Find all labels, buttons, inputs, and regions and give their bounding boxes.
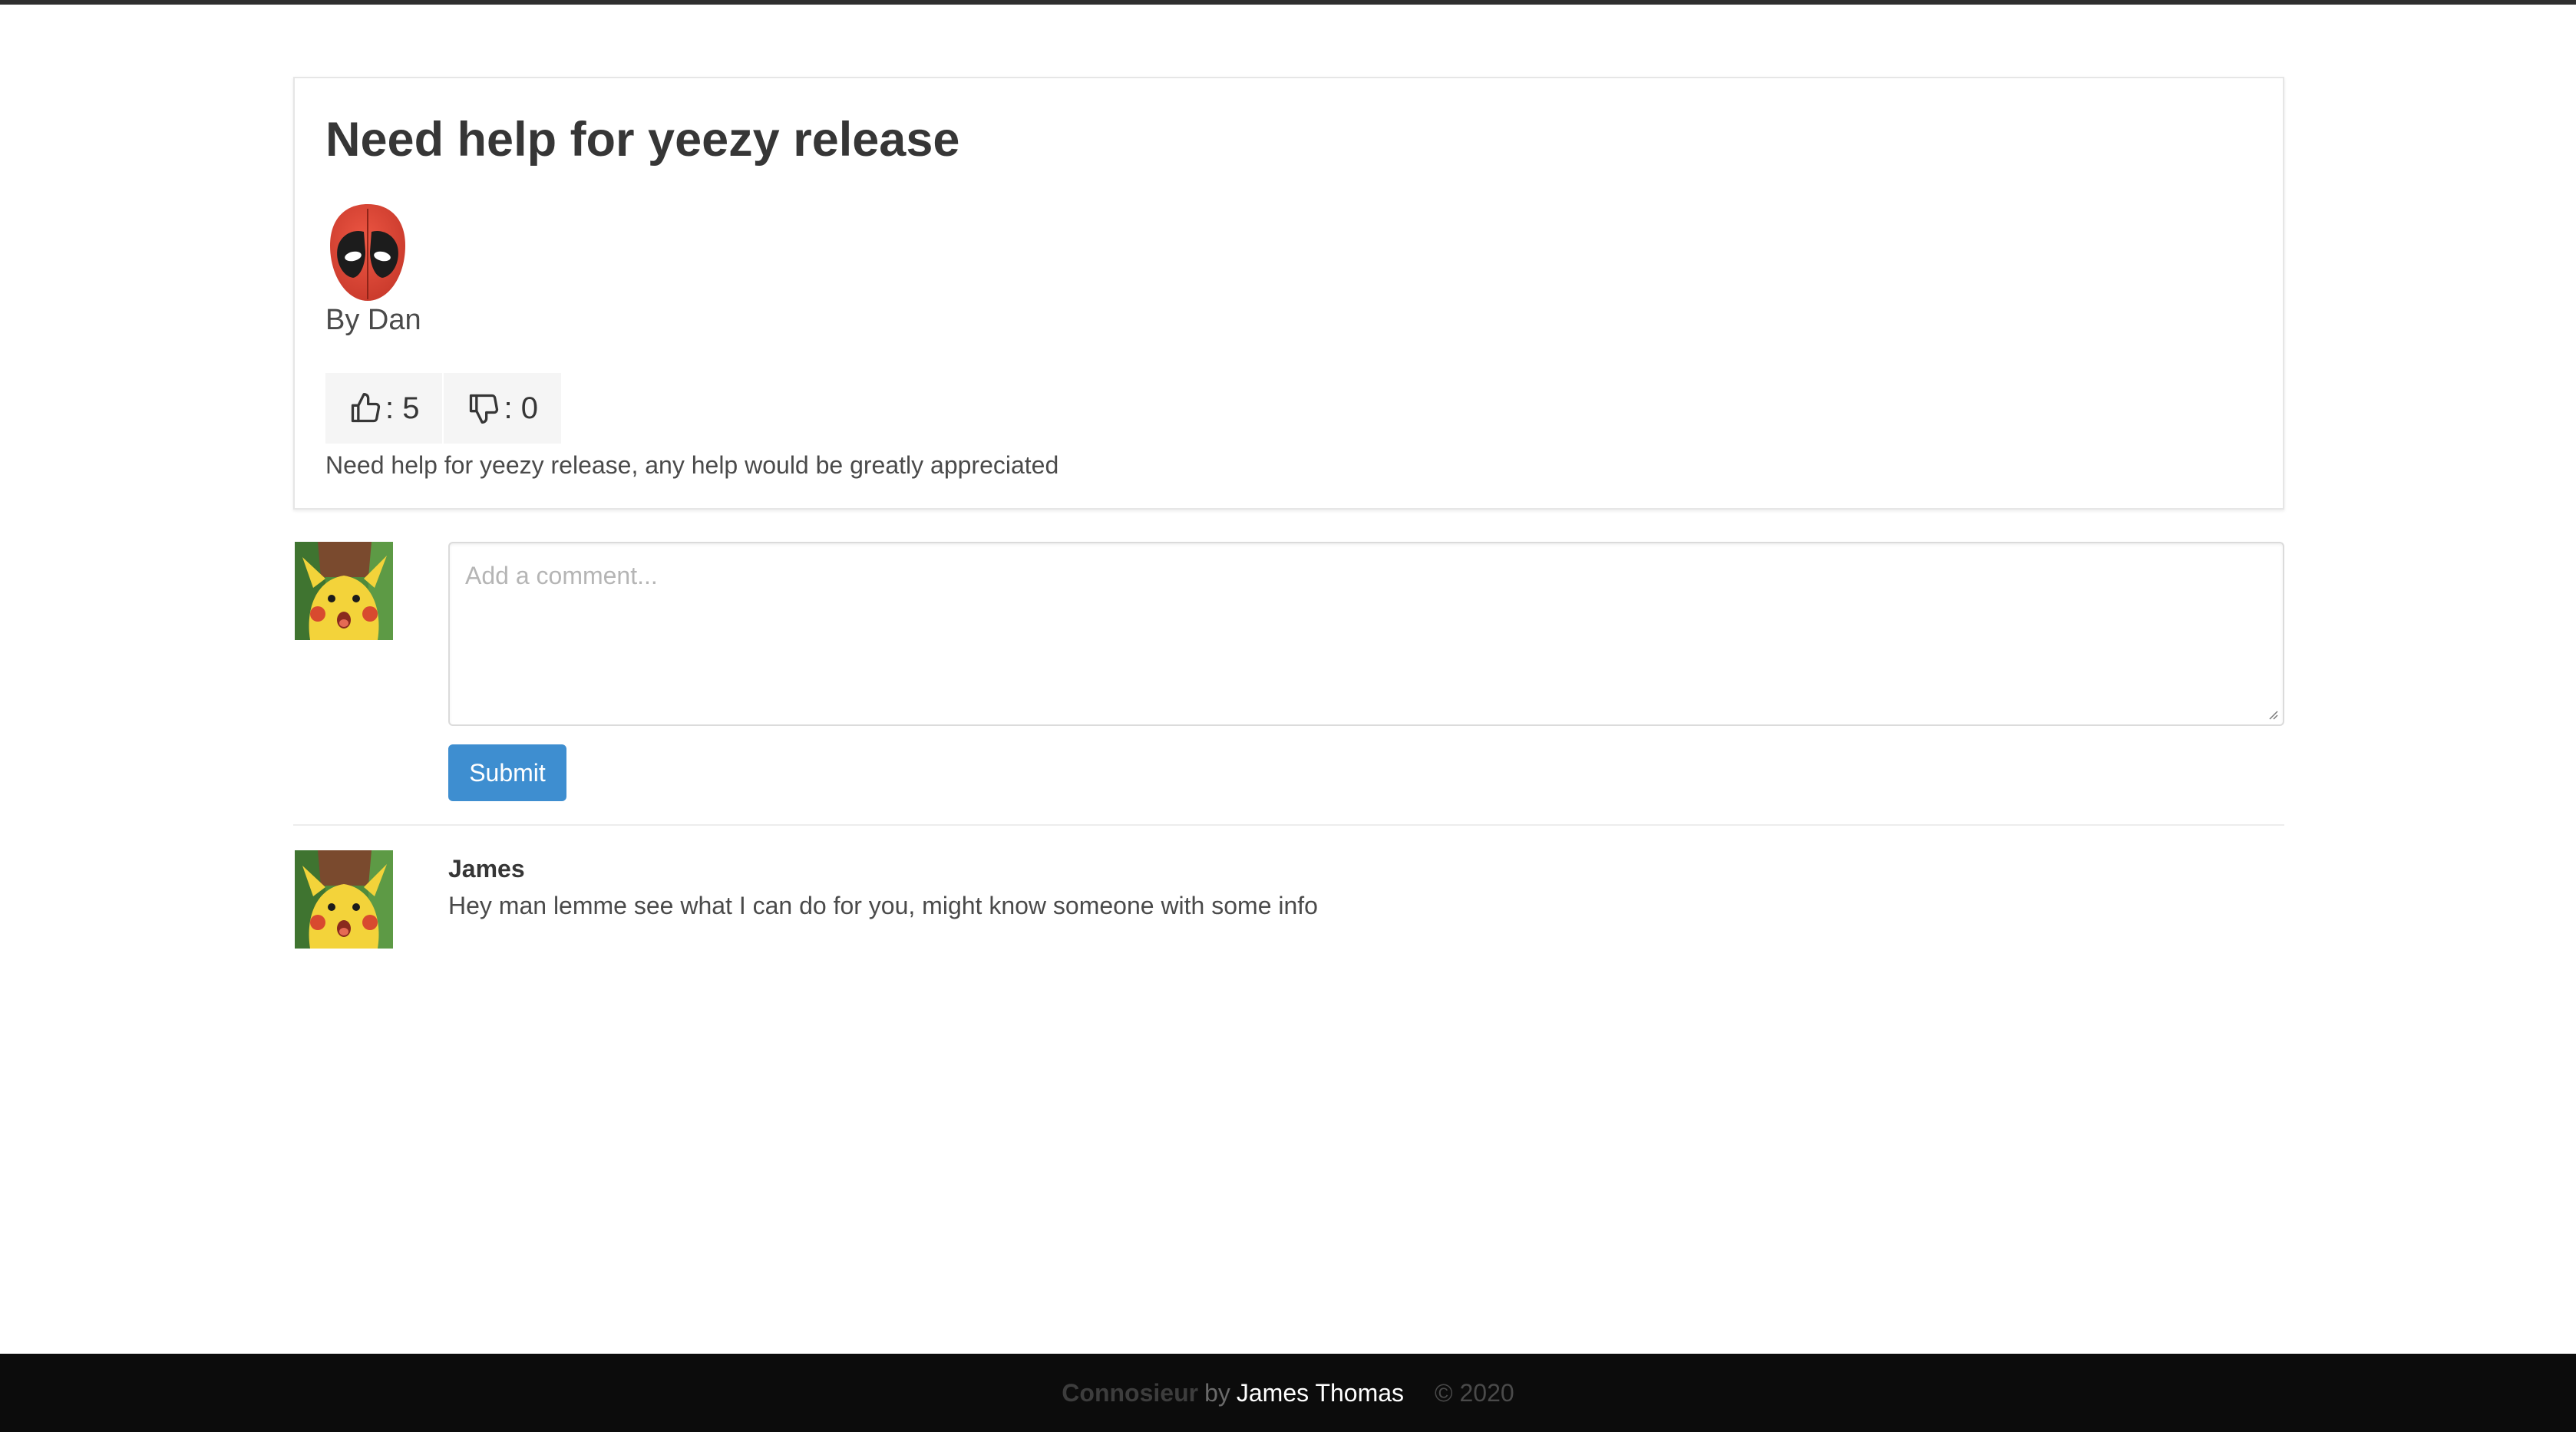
footer-copyright: © 2020: [1435, 1378, 1514, 1407]
footer: Connosieur by James Thomas © 2020: [0, 1354, 2576, 1432]
comment-text: Hey man lemme see what I can do for you,…: [448, 892, 1318, 919]
dislike-count: : 0: [504, 391, 538, 425]
current-user-avatar: [295, 542, 393, 640]
comment-input[interactable]: [448, 542, 2284, 726]
post-body: Need help for yeezy release, any help wo…: [325, 451, 1059, 479]
like-button[interactable]: : 5: [325, 373, 443, 444]
vote-group: : 5 : 0: [325, 373, 561, 444]
comments-divider: [293, 824, 2284, 826]
submit-button[interactable]: Submit: [448, 744, 566, 801]
top-bar: [0, 0, 2576, 5]
comment-author: James: [448, 855, 525, 883]
resize-grip-icon[interactable]: [2267, 709, 2278, 720]
post-card: Need help for yeezy release By Dan : 5:…: [293, 77, 2284, 510]
author-avatar: [330, 204, 405, 301]
footer-by: by: [1204, 1378, 1230, 1407]
comment-avatar: [295, 850, 393, 949]
footer-brand: Connosieur: [1062, 1378, 1199, 1407]
footer-author-link[interactable]: James Thomas: [1237, 1379, 1404, 1407]
post-title: Need help for yeezy release: [325, 113, 960, 167]
thumbs-up-icon: [351, 393, 381, 423]
thumbs-down-icon: [470, 394, 499, 424]
dislike-button[interactable]: : 0: [444, 373, 561, 444]
post-author: By Dan: [325, 304, 421, 336]
like-count: : 5: [385, 391, 420, 425]
